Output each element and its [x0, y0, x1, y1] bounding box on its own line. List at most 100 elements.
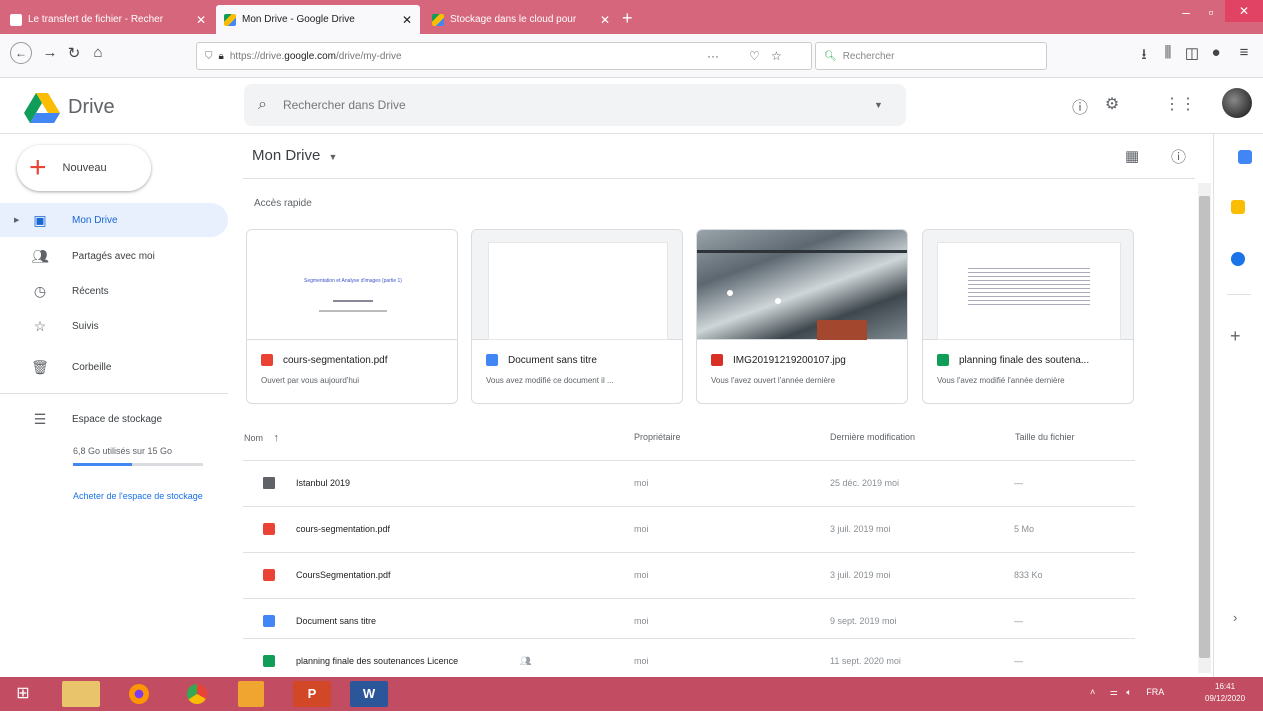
- side-panel-rail: + ›: [1213, 134, 1263, 677]
- powerpoint-icon[interactable]: P: [293, 681, 331, 707]
- reload-icon[interactable]: ↻: [62, 44, 86, 62]
- language-indicator[interactable]: FRA: [1146, 687, 1164, 697]
- sidebar-item-trash[interactable]: 🗑︎ Corbeille: [0, 350, 228, 384]
- file-thumbnail: [923, 230, 1133, 340]
- column-header-name[interactable]: Nom ↑: [244, 432, 279, 444]
- new-button[interactable]: + Nouveau: [17, 145, 151, 191]
- new-tab-icon[interactable]: +: [622, 8, 633, 28]
- tab-cloud-storage[interactable]: Stockage dans le cloud pour ✕: [424, 5, 618, 34]
- sidebar-item-starred[interactable]: ☆ Suivis: [0, 309, 228, 343]
- extension-icon[interactable]: ●: [1204, 44, 1228, 61]
- doc-icon: [263, 615, 275, 627]
- table-row[interactable]: CoursSegmentation.pdf moi 3 juil. 2019 m…: [243, 552, 1135, 598]
- page-title[interactable]: Mon Drive ▼: [252, 147, 337, 164]
- download-icon[interactable]: ⭳: [1132, 44, 1156, 69]
- settings-gear-icon[interactable]: ⚙: [1100, 94, 1124, 114]
- scrollbar-thumb[interactable]: [1199, 196, 1210, 658]
- page-title-label: Mon Drive: [252, 147, 321, 164]
- thumbnail-line: [333, 300, 373, 302]
- file-owner: moi: [634, 570, 649, 580]
- tab-file-transfer[interactable]: Le transfert de fichier - Recher ✕: [2, 5, 214, 34]
- apps-grid-icon[interactable]: ⋮⋮: [1164, 94, 1196, 114]
- search-icon[interactable]: ⌕: [258, 96, 267, 114]
- expand-panel-icon[interactable]: ›: [1233, 610, 1237, 625]
- add-addon-icon[interactable]: +: [1230, 326, 1241, 347]
- sort-arrow-up-icon[interactable]: ↑: [274, 432, 280, 444]
- volume-icon[interactable]: 🔈︎: [1126, 687, 1131, 697]
- chrome-icon[interactable]: [178, 681, 216, 707]
- close-window-icon[interactable]: ✕: [1225, 0, 1263, 22]
- column-header-size[interactable]: Taille du fichier: [1015, 432, 1075, 442]
- expand-arrow-icon[interactable]: ▶: [14, 216, 19, 224]
- file-size: 5 Mo: [1014, 524, 1035, 534]
- bookmark-star-icon[interactable]: ☆: [771, 49, 782, 63]
- quick-card[interactable]: planning finale des soutena... Vous l'av…: [922, 229, 1134, 404]
- url-bar[interactable]: ⛉ 🔒︎ https://drive. google.com/drive/my-d…: [196, 42, 812, 70]
- card-file-name: Document sans titre: [508, 354, 597, 366]
- thumbnail-text: Segmentation et Analyse d'images (partie…: [304, 278, 402, 284]
- tray-arrow-icon[interactable]: ˄: [1090, 687, 1095, 697]
- column-header-modified[interactable]: Dernière modification: [830, 432, 915, 442]
- sidebar-item-my-drive[interactable]: ▶ ▣ Mon Drive: [0, 203, 228, 237]
- file-size: —: [1014, 616, 1023, 626]
- home-icon[interactable]: ⌂: [86, 44, 110, 61]
- file-name: Istanbul 2019: [296, 478, 351, 488]
- quick-card[interactable]: IMG20191219200107.jpg Vous l'avez ouvert…: [696, 229, 908, 404]
- browser-search-placeholder: Rechercher: [842, 50, 895, 62]
- keep-icon[interactable]: [1231, 200, 1245, 214]
- pocket-icon[interactable]: ♡: [749, 49, 760, 63]
- clock-icon: ◷: [33, 282, 47, 299]
- file-explorer-icon[interactable]: [62, 681, 100, 707]
- file-size: —: [1014, 478, 1023, 488]
- pdf-icon: [263, 569, 275, 581]
- sidebar-item-recent[interactable]: ◷ Récents: [0, 274, 228, 308]
- chevron-down-icon[interactable]: ▼: [329, 152, 338, 162]
- avatar[interactable]: [1222, 88, 1252, 118]
- minimize-icon[interactable]: –: [1172, 4, 1200, 20]
- clock[interactable]: 16:41 09/12/2020: [1205, 681, 1245, 705]
- drive-logo-icon[interactable]: [24, 93, 60, 123]
- search-options-icon[interactable]: ▼: [874, 100, 883, 110]
- storage-used-text: 6,8 Go utilisés sur 15 Go: [73, 446, 173, 456]
- network-icon[interactable]: ⚌: [1110, 687, 1118, 697]
- word-icon[interactable]: W: [350, 681, 388, 707]
- sheet-page: [937, 242, 1121, 340]
- menu-icon[interactable]: ≡: [1232, 44, 1256, 61]
- url-path: /drive/my-drive: [336, 50, 402, 62]
- forward-icon[interactable]: →: [38, 44, 62, 61]
- browser-search-input[interactable]: 🔍︎ Rechercher: [815, 42, 1047, 70]
- maximize-icon[interactable]: ▫: [1197, 4, 1225, 20]
- windows-start-icon[interactable]: ⊞: [4, 681, 42, 707]
- info-icon[interactable]: ⓘ: [1171, 146, 1186, 167]
- buy-storage-link[interactable]: Acheter de l'espace de stockage: [73, 489, 213, 503]
- drive-search-input[interactable]: ⌕ Rechercher dans Drive ▼: [244, 84, 906, 126]
- thumbnail-line: [319, 310, 387, 312]
- app-icon[interactable]: [238, 681, 264, 707]
- tab-google-drive[interactable]: Mon Drive - Google Drive ✕: [216, 5, 420, 34]
- library-icon[interactable]: ⫼: [1156, 44, 1180, 61]
- file-modified: 9 sept. 2019 moi: [830, 616, 897, 626]
- page-actions-icon[interactable]: ···: [707, 49, 719, 63]
- table-row[interactable]: cours-segmentation.pdf moi 3 juil. 2019 …: [243, 506, 1135, 552]
- sidebar-item-storage[interactable]: ☰ Espace de stockage: [0, 402, 228, 436]
- close-tab-icon[interactable]: ✕: [196, 13, 206, 27]
- storage-bar-fill: [73, 463, 132, 466]
- help-icon[interactable]: ⓘ: [1068, 94, 1092, 118]
- back-icon[interactable]: ←: [10, 42, 32, 64]
- table-row[interactable]: Istanbul 2019 moi 25 déc. 2019 moi —: [243, 460, 1135, 506]
- sidebar-item-shared[interactable]: 👥︎ Partagés avec moi: [0, 239, 228, 273]
- sidebar-item-label: Partagés avec moi: [72, 250, 155, 262]
- tasks-icon[interactable]: [1231, 252, 1245, 266]
- quick-card[interactable]: Document sans titre Vous avez modifié ce…: [471, 229, 683, 404]
- close-tab-icon[interactable]: ✕: [600, 13, 610, 27]
- drive-favicon-icon: [224, 13, 236, 26]
- file-modified: 3 juil. 2019 moi: [830, 524, 891, 534]
- close-tab-icon[interactable]: ✕: [402, 13, 412, 27]
- column-header-owner[interactable]: Propriétaire: [634, 432, 681, 442]
- sheet-icon: [263, 655, 275, 667]
- sidebar-toggle-icon[interactable]: ◫: [1180, 44, 1204, 62]
- sidebar-item-label: Corbeille: [72, 361, 112, 373]
- quick-card[interactable]: Segmentation et Analyse d'images (partie…: [246, 229, 458, 404]
- firefox-icon[interactable]: [120, 681, 158, 707]
- grid-view-icon[interactable]: ▦: [1125, 147, 1139, 165]
